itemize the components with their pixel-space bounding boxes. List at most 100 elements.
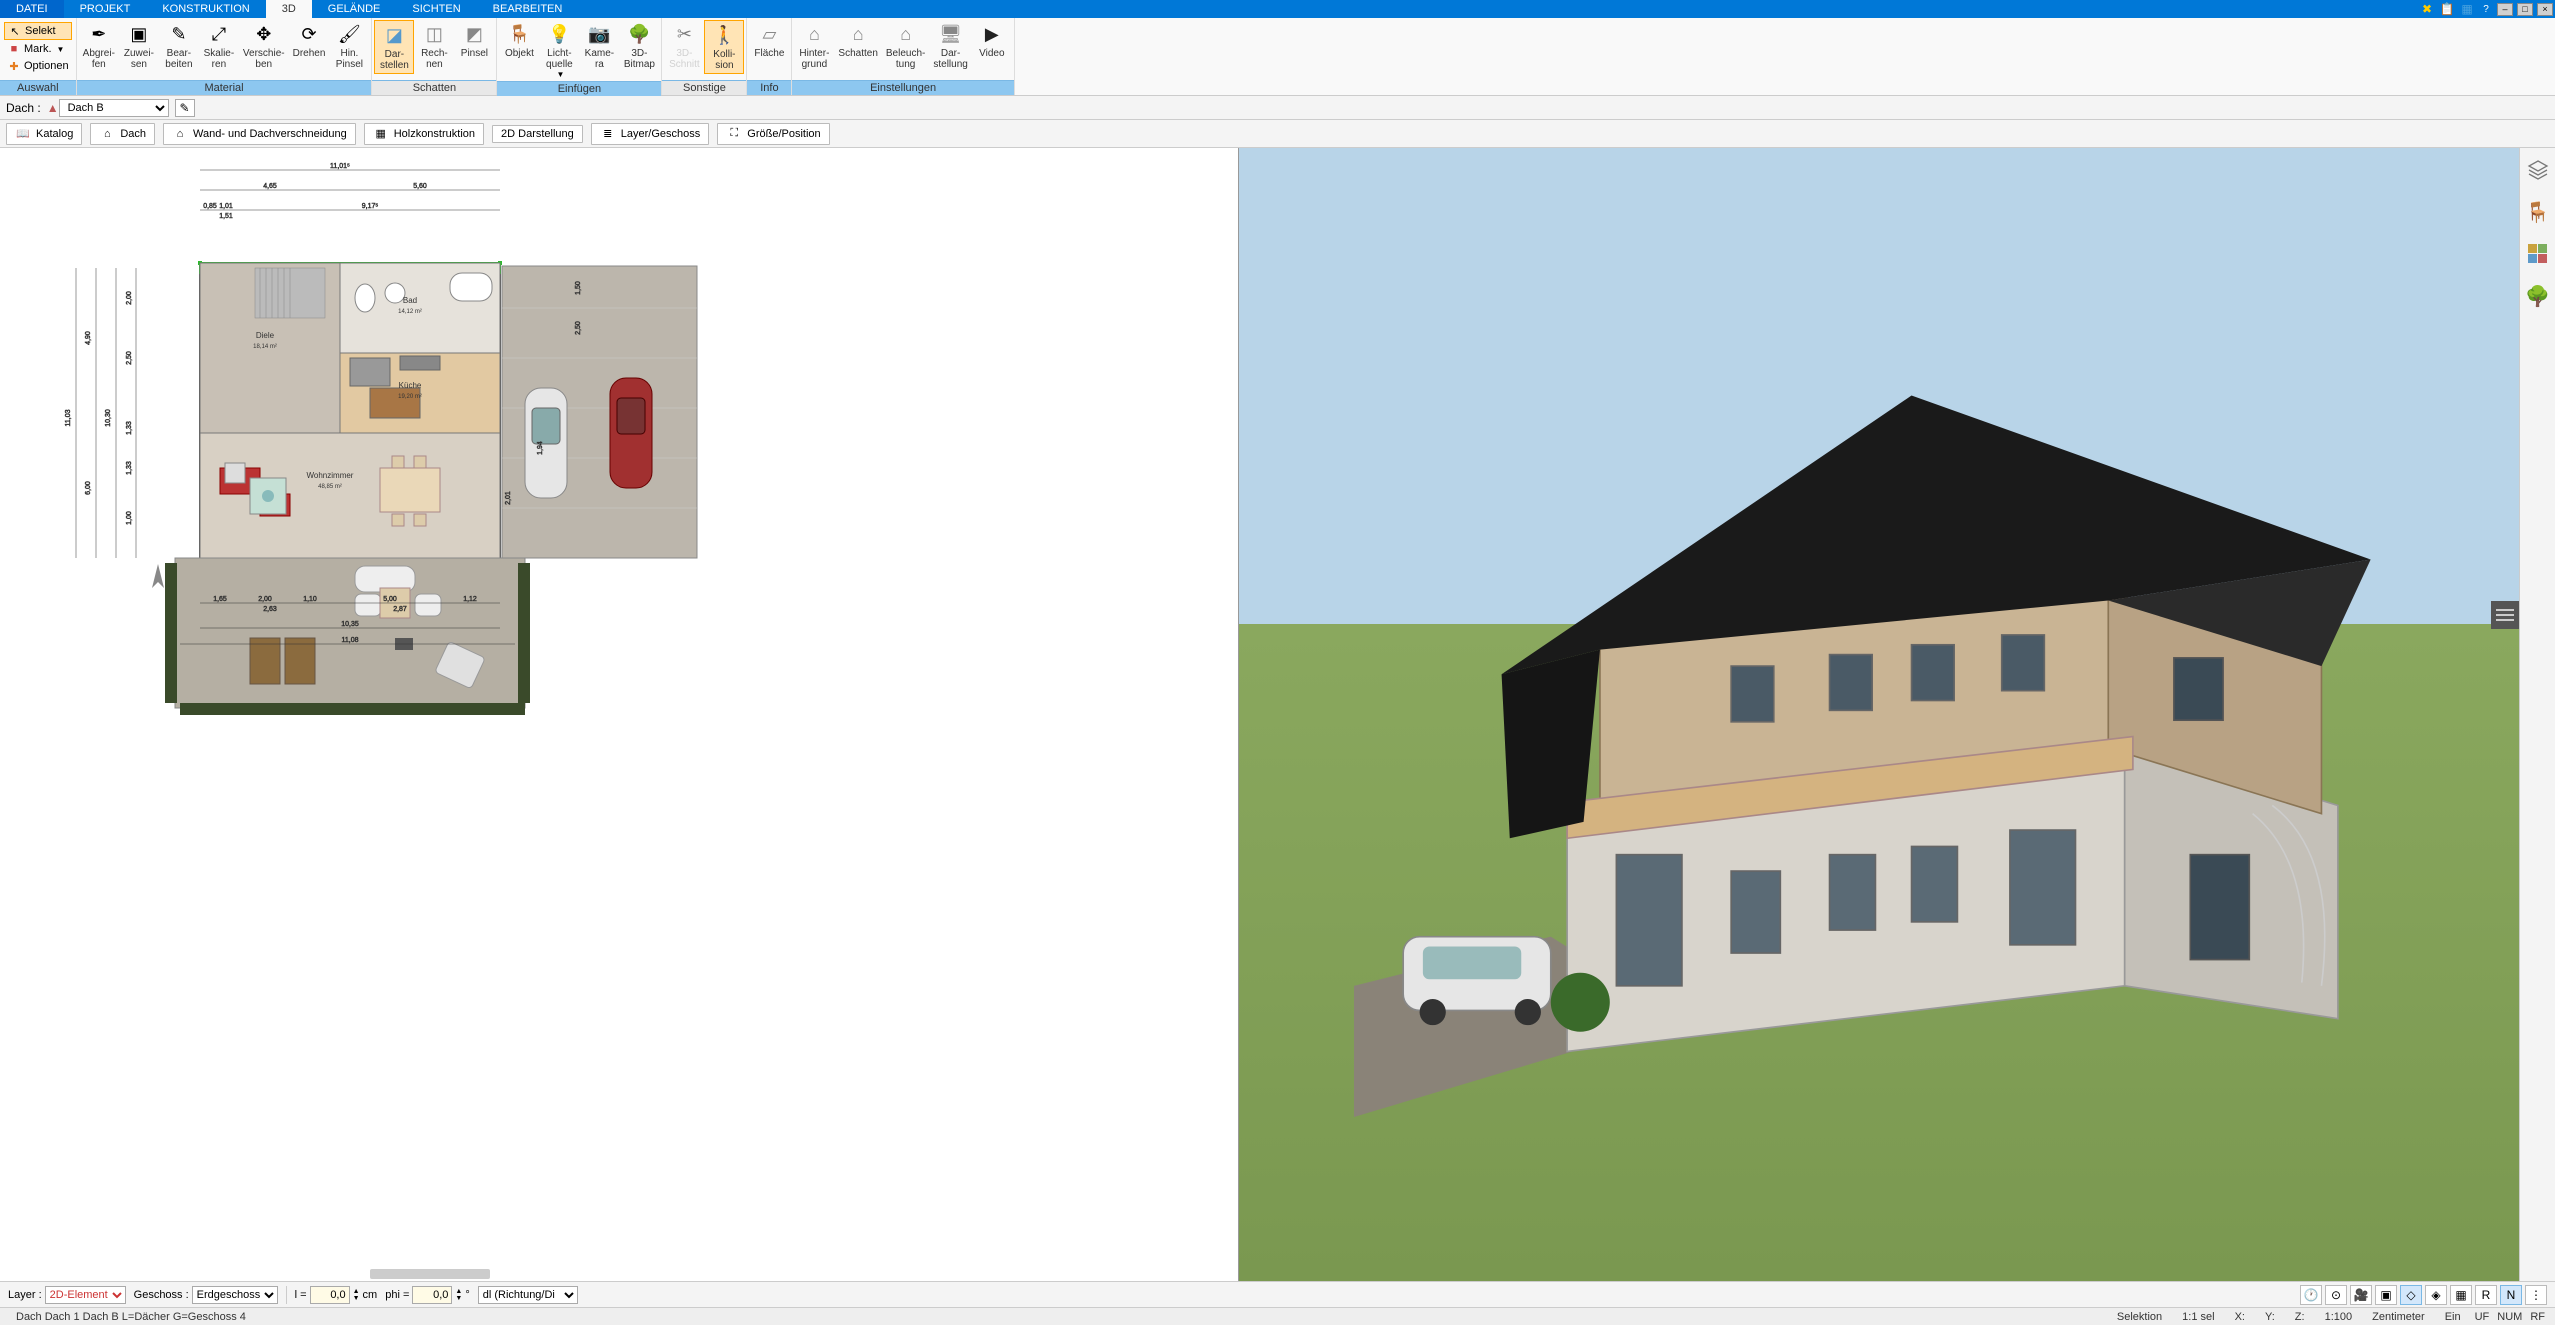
edit-pen-button[interactable]: ✎ [175,99,195,117]
clock-icon-button[interactable]: 🕐 [2300,1285,2322,1305]
divider-button[interactable]: ⋮ [2525,1285,2547,1305]
diamond2-button[interactable]: ◈ [2425,1285,2447,1305]
kollision-button[interactable]: 🚶Kolli- sion [704,20,744,74]
bearbeiten-button[interactable]: ✎Bear- beiten [159,20,199,72]
tab-3d[interactable]: 3D [266,0,312,18]
wanddach-button[interactable]: ⌂Wand- und Dachverschneidung [163,123,356,145]
flaeche-button[interactable]: ▱Fläche [749,20,789,61]
bulb-icon: 💡 [547,22,571,46]
tab-sichten[interactable]: SICHTEN [396,0,476,18]
mark-button[interactable]: ■Mark.▼ [4,41,72,57]
katalog-button[interactable]: 📖Katalog [6,123,82,145]
groessepos-button[interactable]: ⛶Größe/Position [717,123,829,145]
texture-button[interactable]: ▦ [2450,1285,2472,1305]
kamera-button[interactable]: 📷Kame- ra [579,20,619,72]
tab-bearbeiten[interactable]: BEARBEITEN [477,0,579,18]
beleuchtung-button[interactable]: ⌂Beleuch- tung [882,20,929,72]
skalieren-button[interactable]: ⤢Skalie- ren [199,20,239,72]
rechnen-button[interactable]: ◫Rech- nen [414,20,454,72]
hinpinsel-button[interactable]: 🖌Hin. Pinsel [329,20,369,72]
geschoss-select[interactable]: Erdgeschoss [192,1286,278,1304]
view3d-canvas[interactable] [1239,148,2519,1281]
phi-input[interactable] [412,1286,452,1304]
svg-text:18,14 m²: 18,14 m² [253,344,277,350]
abgreifen-button[interactable]: ✒Abgrei- fen [79,20,119,72]
brush2-icon: ◩ [462,22,486,46]
options-button[interactable]: ✚Optionen [4,58,72,74]
furniture-tool[interactable]: 🪑 [2526,200,2550,224]
shadow-icon: ⌂ [846,22,870,46]
ribbon-group-material: ✒Abgrei- fen ▣Zuwei- sen ✎Bear- beiten ⤢… [77,18,373,95]
svg-text:2,63: 2,63 [263,606,277,613]
schnitt3d-button[interactable]: ✂3D- Schnitt [664,20,704,72]
verschieben-button[interactable]: ✥Verschie- ben [239,20,289,72]
resize-icon: ⛶ [726,126,742,142]
l-input[interactable] [310,1286,350,1304]
darstellen-button[interactable]: ◪Dar- stellen [374,20,414,74]
schatten2-button[interactable]: ⌂Schatten [834,20,881,61]
palette-tool[interactable] [2526,242,2550,266]
tab-gelaende[interactable]: GELÄNDE [312,0,397,18]
ortho-icon-button[interactable]: ◇ [2400,1285,2422,1305]
tab-datei[interactable]: DATEI [0,0,64,18]
lichtquelle-button[interactable]: 💡Licht- quelle▼ [539,20,579,81]
help-icon[interactable]: ? [2479,2,2493,16]
view-3d-pane[interactable]: 🪑 🌳 [1239,148,2555,1281]
wood-icon: ▦ [373,126,389,142]
h-scrollbar[interactable] [370,1269,490,1279]
svg-text:2,01: 2,01 [505,491,512,505]
letter-n-button[interactable]: N [2500,1285,2522,1305]
plan-canvas[interactable]: 11,01⁵ 4,65 5,60 0,85 1,01 9,17⁵ 1,51 11… [0,148,1238,1281]
minimize-button[interactable]: – [2497,3,2513,16]
dach-button[interactable]: ⌂Dach [90,123,155,145]
tab-konstruktion[interactable]: KONSTRUKTION [146,0,265,18]
hintergrund-button[interactable]: ⌂Hinter- grund [794,20,834,72]
drehen-button[interactable]: ⟳Drehen [289,20,330,61]
phi-up[interactable]: ▲ [455,1288,462,1295]
dach-dropdown[interactable]: Dach B [59,99,169,117]
layers-tool[interactable] [2526,158,2550,182]
windows-icon-button[interactable]: ▣ [2375,1285,2397,1305]
pinsel-button[interactable]: ◩Pinsel [454,20,494,61]
landscape-tool[interactable]: 🌳 [2526,284,2550,308]
tree-icon: 🌳 [2525,284,2550,309]
zuweisen-button[interactable]: ▣Zuwei- sen [119,20,159,72]
phi-down[interactable]: ▼ [455,1295,462,1302]
close-button[interactable]: × [2537,3,2553,16]
status-scale: 1:100 [2315,1311,2363,1323]
grid-icon[interactable]: ▦ [2459,1,2475,17]
tool-icon[interactable]: ✖ [2419,1,2435,17]
bitmap3d-button[interactable]: 🌳3D- Bitmap [619,20,659,72]
svg-text:14,12 m²: 14,12 m² [398,309,422,315]
darst2d-button[interactable]: 2D Darstellung [492,125,583,143]
svg-text:11,01⁵: 11,01⁵ [330,163,350,170]
camera-icon-button[interactable]: 🎥 [2350,1285,2372,1305]
letter-r-button[interactable]: R [2475,1285,2497,1305]
bitmap3d-label: 3D- Bitmap [624,48,655,70]
plus-icon: ✚ [7,59,21,73]
holz-button[interactable]: ▦Holzkonstruktion [364,123,484,145]
roof-icon: ⌂ [99,126,115,142]
clipboard-icon[interactable]: 📋 [2439,1,2455,17]
status-bar: Dach Dach 1 Dach B L=Dächer G=Geschoss 4… [0,1307,2555,1325]
select-button[interactable]: ↖Selekt [4,22,72,40]
l-up[interactable]: ▲ [353,1288,360,1295]
status-y: Y: [2255,1311,2285,1323]
svg-text:1,10: 1,10 [303,596,317,603]
layers-icon: ≣ [600,126,616,142]
darstellung-button[interactable]: 🖥Dar- stellung [929,20,971,72]
video-button[interactable]: ▶Video [972,20,1012,61]
objekt-button[interactable]: 🪑Objekt [499,20,539,61]
plan-2d-pane[interactable]: 11,01⁵ 4,65 5,60 0,85 1,01 9,17⁵ 1,51 11… [0,148,1239,1281]
maximize-button[interactable]: □ [2517,3,2533,16]
click-icon-button[interactable]: ⊙ [2325,1285,2347,1305]
layergeschoss-button[interactable]: ≣Layer/Geschoss [591,123,709,145]
panel-pull-handle[interactable] [2491,601,2519,629]
tab-projekt[interactable]: PROJEKT [64,0,147,18]
l-down[interactable]: ▼ [353,1295,360,1302]
layer-select[interactable]: 2D-Element [45,1286,126,1304]
video-label: Video [979,48,1004,59]
katalog-label: Katalog [36,128,73,140]
mode-select[interactable]: dl (Richtung/Di [478,1286,578,1304]
svg-text:10,30: 10,30 [105,409,112,427]
